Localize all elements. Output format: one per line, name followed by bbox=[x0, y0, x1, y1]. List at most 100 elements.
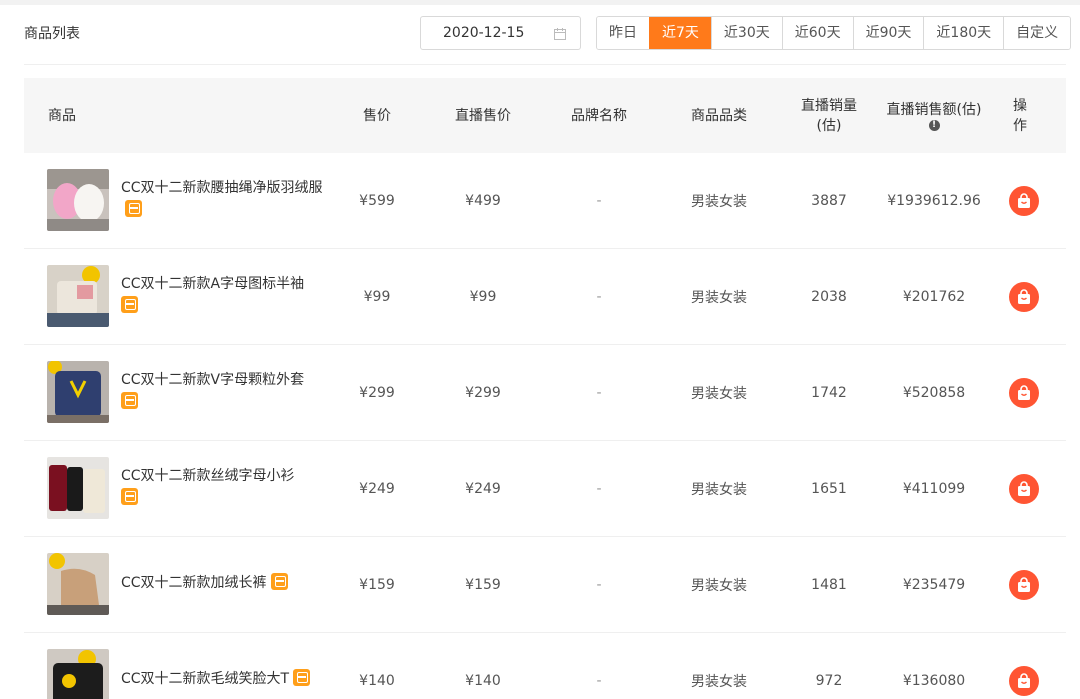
sales-cell: 1651 bbox=[811, 481, 847, 497]
calendar-icon bbox=[554, 28, 566, 40]
revenue-cell: ¥235479 bbox=[902, 577, 966, 593]
brand-cell: - bbox=[596, 673, 602, 689]
product-thumbnail[interactable] bbox=[47, 265, 109, 327]
price-cell: ¥99 bbox=[363, 289, 391, 305]
date-picker[interactable]: 2020-12-15 bbox=[420, 16, 581, 50]
product-name[interactable]: CC双十二新款加绒长裤 bbox=[121, 572, 326, 594]
product-name-text: CC双十二新款加绒长裤 bbox=[121, 575, 267, 591]
live-price-cell: ¥140 bbox=[465, 673, 501, 689]
col-category: 商品品类 bbox=[691, 107, 747, 124]
shopping-bag-icon bbox=[1018, 193, 1030, 208]
product-thumbnail[interactable] bbox=[47, 361, 109, 423]
product-name-text: CC双十二新款丝绒字母小衫 bbox=[121, 468, 295, 484]
category-cell: 男装女装 bbox=[691, 290, 747, 306]
product-thumbnail[interactable] bbox=[47, 553, 109, 615]
shopping-bag-button[interactable] bbox=[1009, 666, 1039, 696]
product-name[interactable]: CC双十二新款毛绒笑脸大T bbox=[121, 668, 326, 690]
price-cell: ¥599 bbox=[359, 193, 395, 209]
range-60d-button[interactable]: 近60天 bbox=[781, 17, 853, 49]
col-action: 操 作 bbox=[1002, 78, 1038, 153]
col-product: 商品 bbox=[48, 107, 76, 124]
product-thumbnail[interactable] bbox=[47, 169, 109, 231]
range-30d-button[interactable]: 近30天 bbox=[710, 17, 782, 49]
action-cell bbox=[1004, 153, 1044, 249]
table-row[interactable]: CC双十二新款V字母颗粒外套 ¥299 ¥299 - 男装女装 1742 ¥52… bbox=[24, 345, 1066, 441]
col-brand: 品牌名称 bbox=[571, 107, 627, 124]
range-custom-button[interactable]: 自定义 bbox=[1003, 17, 1071, 49]
col-action-line1: 操 bbox=[1013, 97, 1027, 114]
date-range-group: 昨日 近7天 近30天 近60天 近90天 近180天 自定义 bbox=[596, 16, 1072, 50]
date-value: 2020-12-15 bbox=[443, 25, 525, 41]
table-row[interactable]: CC双十二新款腰抽绳净版羽绒服 ¥599 ¥499 - 男装女装 3887 ¥1… bbox=[24, 153, 1066, 249]
action-cell bbox=[1004, 633, 1044, 699]
shopping-bag-icon bbox=[1018, 481, 1030, 496]
sales-cell: 3887 bbox=[811, 193, 847, 209]
sales-cell: 2038 bbox=[811, 289, 847, 305]
brand-cell: - bbox=[596, 289, 602, 305]
revenue-cell: ¥136080 bbox=[902, 673, 966, 689]
shopping-bag-icon bbox=[1018, 289, 1030, 304]
category-cell: 男装女装 bbox=[691, 482, 747, 498]
range-180d-button[interactable]: 近180天 bbox=[923, 17, 1004, 49]
col-action-line2: 作 bbox=[1013, 117, 1027, 134]
col-live-price: 直播售价 bbox=[455, 107, 511, 124]
product-name[interactable]: CC双十二新款腰抽绳净版羽绒服 bbox=[121, 177, 326, 221]
shopping-bag-button[interactable] bbox=[1009, 570, 1039, 600]
table-row[interactable]: CC双十二新款A字母图标半袖 ¥99 ¥99 - 男装女装 2038 ¥2017… bbox=[24, 249, 1066, 345]
price-cell: ¥159 bbox=[359, 577, 395, 593]
store-tag-icon bbox=[121, 488, 138, 505]
shopping-bag-icon bbox=[1018, 577, 1030, 592]
category-cell: 男装女装 bbox=[691, 578, 747, 594]
price-cell: ¥299 bbox=[359, 385, 395, 401]
live-price-cell: ¥499 bbox=[465, 193, 501, 209]
brand-cell: - bbox=[596, 385, 602, 401]
product-name-text: CC双十二新款腰抽绳净版羽绒服 bbox=[121, 180, 323, 196]
brand-cell: - bbox=[596, 193, 602, 209]
live-price-cell: ¥299 bbox=[465, 385, 501, 401]
shopping-bag-button[interactable] bbox=[1009, 186, 1039, 216]
shopping-bag-icon bbox=[1018, 385, 1030, 400]
brand-cell: - bbox=[596, 577, 602, 593]
store-tag-icon bbox=[121, 392, 138, 409]
product-table: 商品 售价 直播售价 品牌名称 商品品类 直播销量 (估) 直播销售额(估) !… bbox=[24, 78, 1066, 699]
product-thumbnail[interactable] bbox=[47, 457, 109, 519]
table-row[interactable]: CC双十二新款丝绒字母小衫 ¥249 ¥249 - 男装女装 1651 ¥411… bbox=[24, 441, 1066, 537]
revenue-cell: ¥201762 bbox=[902, 289, 966, 305]
range-7d-button[interactable]: 近7天 bbox=[649, 17, 711, 49]
range-yesterday-button[interactable]: 昨日 bbox=[597, 17, 649, 49]
sales-cell: 972 bbox=[815, 673, 843, 689]
range-90d-button[interactable]: 近90天 bbox=[852, 17, 924, 49]
revenue-cell: ¥520858 bbox=[902, 385, 966, 401]
col-live-sales: 直播销量 (估) bbox=[784, 78, 874, 153]
product-name[interactable]: CC双十二新款A字母图标半袖 bbox=[121, 273, 326, 317]
live-price-cell: ¥249 bbox=[465, 481, 501, 497]
product-thumbnail[interactable] bbox=[47, 649, 109, 699]
revenue-cell: ¥1939612.96 bbox=[887, 193, 981, 209]
product-name[interactable]: CC双十二新款丝绒字母小衫 bbox=[121, 465, 326, 509]
shopping-bag-icon bbox=[1018, 673, 1030, 688]
store-tag-icon bbox=[270, 573, 288, 590]
category-cell: 男装女装 bbox=[691, 386, 747, 402]
col-live-revenue: 直播销售额(估) ! bbox=[880, 78, 988, 153]
shopping-bag-button[interactable] bbox=[1009, 282, 1039, 312]
shopping-bag-button[interactable] bbox=[1009, 378, 1039, 408]
action-cell bbox=[1004, 345, 1044, 441]
product-name[interactable]: CC双十二新款V字母颗粒外套 bbox=[121, 369, 326, 413]
sales-cell: 1481 bbox=[811, 577, 847, 593]
shopping-bag-button[interactable] bbox=[1009, 474, 1039, 504]
sales-cell: 1742 bbox=[811, 385, 847, 401]
product-name-text: CC双十二新款V字母颗粒外套 bbox=[121, 372, 305, 388]
store-tag-icon bbox=[125, 200, 142, 217]
divider bbox=[24, 64, 1066, 65]
category-cell: 男装女装 bbox=[691, 674, 747, 690]
info-icon[interactable]: ! bbox=[928, 120, 940, 131]
live-price-cell: ¥159 bbox=[465, 577, 501, 593]
action-cell bbox=[1004, 537, 1044, 633]
brand-cell: - bbox=[596, 481, 602, 497]
page-title: 商品列表 bbox=[24, 26, 80, 42]
table-row[interactable]: CC双十二新款加绒长裤 ¥159 ¥159 - 男装女装 1481 ¥23547… bbox=[24, 537, 1066, 633]
price-cell: ¥249 bbox=[359, 481, 395, 497]
category-cell: 男装女装 bbox=[691, 194, 747, 210]
col-live-sales-line2: (估) bbox=[816, 117, 842, 134]
table-row[interactable]: CC双十二新款毛绒笑脸大T ¥140 ¥140 - 男装女装 972 ¥1360… bbox=[24, 633, 1066, 699]
